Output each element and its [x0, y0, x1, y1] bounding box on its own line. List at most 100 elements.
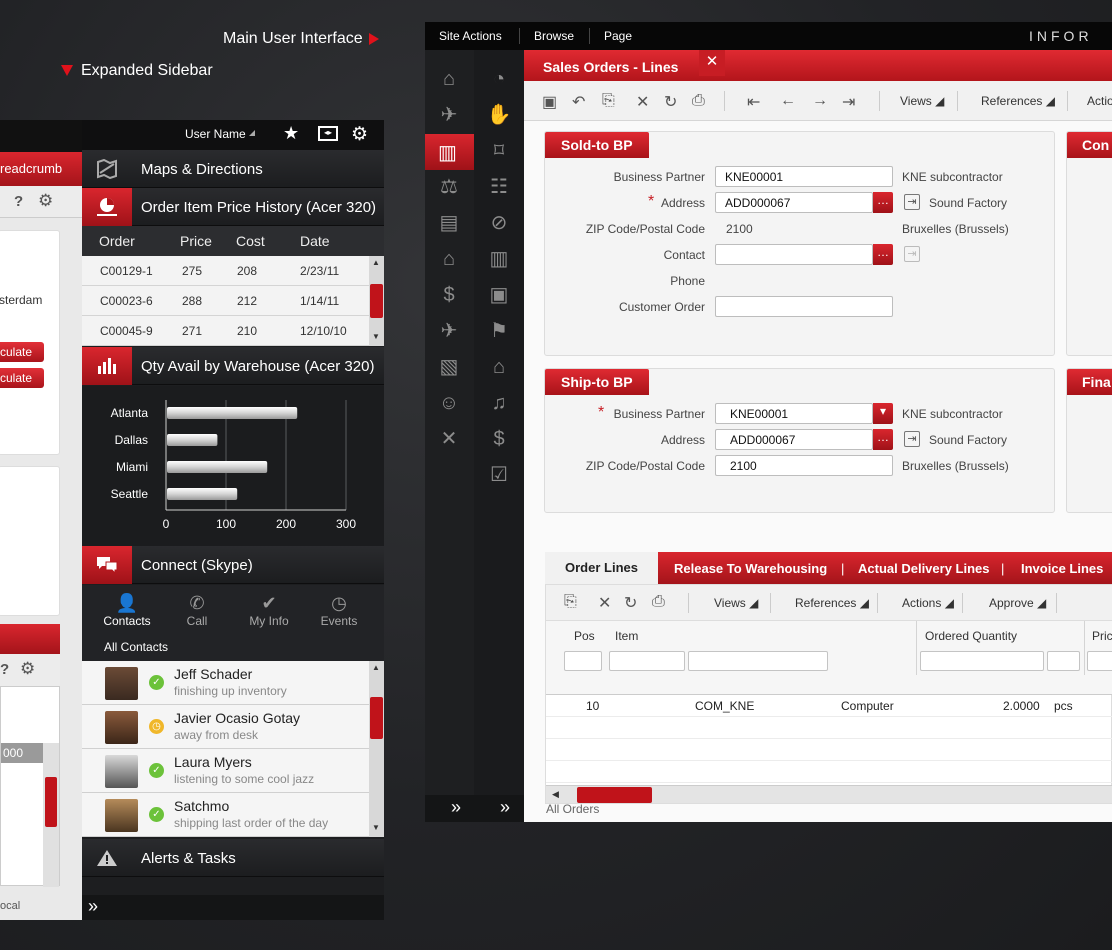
navigate-icon[interactable]: ⇥ [904, 431, 920, 447]
no-entry-icon[interactable]: ⊘ [484, 208, 514, 238]
star-icon[interactable]: ★ [283, 123, 299, 144]
col-price[interactable]: Pric [1092, 629, 1112, 643]
grid-views-menu[interactable]: Views ◢ [714, 596, 758, 610]
tab-actual-delivery-lines[interactable]: Actual Delivery Lines [858, 561, 990, 576]
save-icon[interactable]: ▣ [542, 92, 557, 112]
tag-icon[interactable]: ⌑ [484, 136, 514, 166]
expand-icon[interactable]: » [451, 797, 461, 818]
approve-menu[interactable]: Approve ◢ [989, 596, 1046, 610]
last-record-icon[interactable]: ⇥ [842, 92, 855, 112]
back-scrollbar[interactable] [43, 743, 59, 887]
filter-item-desc[interactable] [688, 651, 828, 671]
tab-my-info[interactable]: ✔ My Info [234, 593, 304, 628]
tab-events[interactable]: ◷ Events [304, 593, 374, 628]
first-record-icon[interactable]: ⇤ [747, 92, 760, 112]
table-row[interactable]: C00045-9 271 210 12/10/10 [82, 316, 369, 346]
tab-release-to-warehousing[interactable]: Release To Warehousing [674, 561, 827, 576]
filter-quantity[interactable] [920, 651, 1044, 671]
warehouse-icon[interactable]: ⌂ [484, 352, 514, 382]
clipboard-icon[interactable]: ▤ [434, 208, 464, 238]
next-icon[interactable]: → [812, 92, 828, 110]
gear-icon[interactable]: ⚙ [38, 191, 53, 211]
refresh-icon[interactable]: ↻ [624, 593, 637, 613]
box-icon[interactable]: ▣ [484, 280, 514, 310]
undo-icon[interactable]: ↶ [572, 92, 585, 112]
filter-price[interactable] [1087, 651, 1112, 671]
tools-icon[interactable]: ✈ [434, 100, 464, 130]
delete-icon[interactable]: ✕ [636, 92, 649, 112]
table-row[interactable] [546, 739, 1112, 761]
qty-header[interactable]: Qty Avail by Warehouse (Acer 320) [82, 347, 384, 385]
filter-item[interactable] [609, 651, 685, 671]
calculate-button-1[interactable]: culate [0, 342, 44, 362]
grid-hscrollbar[interactable]: ◀ [546, 785, 1112, 803]
col-pos[interactable]: Pos [574, 629, 595, 643]
scroll-thumb[interactable] [370, 697, 383, 739]
screen-toggle-icon[interactable]: ◂▸ [318, 126, 338, 141]
tab-invoice-lines[interactable]: Invoice Lines [1021, 561, 1103, 576]
bell-icon[interactable]: ♫ [484, 388, 514, 418]
col-order[interactable]: Order [99, 233, 135, 249]
hscroll-thumb[interactable] [577, 787, 652, 803]
forklift-icon[interactable]: ⚑ [484, 316, 514, 346]
wrench-icon[interactable]: ✕ [434, 424, 464, 454]
factory-icon[interactable]: ▥ [484, 244, 514, 274]
ship-zip-input[interactable]: 2100 [715, 455, 893, 476]
settings-gear-icon[interactable]: ⚙ [351, 123, 368, 146]
table-row[interactable] [546, 717, 1112, 739]
chart-icon[interactable]: ▧ [434, 352, 464, 382]
hierarchy-icon[interactable]: ☷ [484, 172, 514, 202]
address-input[interactable]: ADD000067 [715, 192, 873, 213]
menu-browse[interactable]: Browse [534, 29, 574, 43]
table-row[interactable] [546, 761, 1112, 783]
handshake-icon[interactable]: ✋ [484, 100, 514, 130]
col-cost[interactable]: Cost [236, 233, 265, 249]
col-ordered-quantity[interactable]: Ordered Quantity [925, 629, 1017, 643]
money-file-icon[interactable]: $ [434, 280, 464, 310]
tab-order-lines[interactable]: Order Lines [545, 552, 658, 584]
filter-pos[interactable] [564, 651, 602, 671]
scale-icon[interactable]: ⚖ [434, 172, 464, 202]
scroll-thumb[interactable] [370, 284, 383, 318]
user-menu-icon[interactable] [249, 130, 255, 136]
checklist-icon[interactable]: ☑ [484, 460, 514, 490]
lookup-button[interactable]: … [873, 192, 893, 213]
ship-address-input[interactable]: ADD000067 [715, 429, 873, 450]
plane-icon[interactable]: ✈ [434, 316, 464, 346]
close-icon[interactable]: ✕ [699, 50, 725, 76]
grid-references-menu[interactable]: References ◢ [795, 596, 869, 610]
menu-page[interactable]: Page [604, 29, 632, 43]
expand-icon[interactable]: » [500, 797, 510, 818]
user-name[interactable]: User Name [185, 127, 246, 141]
filter-unit[interactable] [1047, 651, 1080, 671]
order-history-header[interactable]: Order Item Price History (Acer 320) [82, 188, 384, 226]
gear-icon-2[interactable]: ⚙ [20, 659, 35, 679]
maps-header[interactable]: Maps & Directions [82, 150, 384, 188]
ship-bp-input[interactable]: KNE00001 [715, 403, 873, 424]
list-item[interactable]: ✓ Jeff Schader finishing up inventory [82, 661, 369, 705]
previous-icon[interactable]: ← [780, 92, 796, 110]
scroll-down-icon[interactable]: ▼ [372, 332, 380, 341]
tab-contacts[interactable]: 👤 Contacts [92, 593, 162, 628]
home-icon[interactable]: ⌂ [434, 64, 464, 94]
connect-header[interactable]: Connect (Skype) [82, 546, 384, 584]
dollar-icon[interactable]: $ [484, 424, 514, 454]
customer-order-input[interactable] [715, 296, 893, 317]
pie-icon[interactable]: ◔ [484, 64, 514, 94]
references-menu[interactable]: References ◢ [981, 94, 1055, 108]
print-icon[interactable]: ⎙ [652, 593, 665, 611]
col-date[interactable]: Date [300, 233, 330, 249]
contacts-scrollbar[interactable]: ▲ ▼ [369, 661, 384, 837]
bank-icon[interactable]: ⌂ [434, 244, 464, 274]
new-record-icon[interactable]: ⎘ [602, 92, 615, 110]
new-line-icon[interactable]: ⎘ [564, 593, 577, 611]
order-table-scrollbar[interactable]: ▲ ▼ [369, 256, 384, 346]
print-icon[interactable]: ⎙ [692, 92, 705, 110]
delete-icon[interactable]: ✕ [598, 593, 611, 613]
col-item[interactable]: Item [615, 629, 638, 643]
calculate-button-2[interactable]: culate [0, 368, 44, 388]
scroll-left-icon[interactable]: ◀ [552, 789, 559, 800]
navigate-icon[interactable]: ⇥ [904, 194, 920, 210]
business-partner-input[interactable]: KNE00001 [715, 166, 893, 187]
menu-site-actions[interactable]: Site Actions [439, 29, 502, 43]
